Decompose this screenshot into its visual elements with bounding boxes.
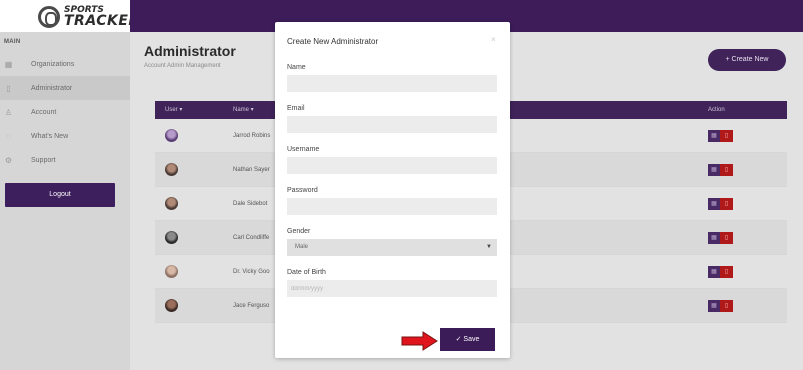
email-label: Email: [287, 105, 305, 112]
view-icon[interactable]: ▦: [708, 266, 720, 278]
row-name: Dr. Vicky Goo: [233, 269, 270, 275]
gender-select[interactable]: Male ▼: [287, 239, 497, 256]
avatar: [165, 129, 178, 142]
document-icon: ▯: [6, 83, 11, 93]
password-label: Password: [287, 187, 318, 194]
user-icon: ♙: [4, 107, 13, 117]
caret-down-icon: ▼: [486, 244, 492, 250]
view-icon[interactable]: ▦: [708, 232, 720, 244]
create-new-button[interactable]: + Create New: [708, 49, 786, 71]
create-administrator-modal: Create New Administrator × Name Email Us…: [275, 22, 510, 358]
page-subtitle: Account Admin Management: [144, 63, 221, 69]
sidebar: SPORTS TRACKER MAIN ▦ Organizations ▯ Ad…: [0, 0, 139, 370]
sidebar-item-label: Support: [31, 156, 56, 164]
close-icon[interactable]: ×: [491, 35, 496, 44]
trash-icon[interactable]: ▯: [720, 164, 733, 176]
bell-icon: ◌: [6, 131, 11, 141]
trash-icon[interactable]: ▯: [720, 266, 733, 278]
sidebar-section-label: MAIN: [4, 39, 21, 45]
sidebar-item-label: What's New: [31, 132, 69, 140]
sidebar-item-whats-new[interactable]: ◌ What's New: [0, 124, 130, 148]
view-icon[interactable]: ▦: [708, 198, 720, 210]
trash-icon[interactable]: ▯: [720, 232, 733, 244]
avatar: [165, 197, 178, 210]
red-arrow-icon: [401, 331, 438, 351]
row-name: Dale Sidebot: [233, 201, 268, 207]
sidebar-item-account[interactable]: ♙ Account: [0, 100, 130, 124]
save-button[interactable]: ✓ Save: [440, 328, 495, 351]
sidebar-item-label: Account: [31, 108, 57, 116]
trash-icon[interactable]: ▯: [720, 198, 733, 210]
modal-title: Create New Administrator: [287, 37, 379, 46]
brand-line2: TRACKER: [64, 13, 140, 29]
password-field[interactable]: [287, 198, 497, 215]
sidebar-item-organizations[interactable]: ▦ Organizations: [0, 52, 130, 76]
avatar: [165, 231, 178, 244]
trash-icon[interactable]: ▯: [720, 130, 733, 142]
gear-icon: ⚙: [4, 155, 13, 165]
avatar: [165, 163, 178, 176]
column-header-user[interactable]: User ▾: [165, 101, 182, 119]
view-icon[interactable]: ▦: [708, 164, 720, 176]
logo-icon: [38, 6, 60, 28]
name-field[interactable]: [287, 75, 497, 92]
sidebar-nav: ▦ Organizations ▯ Administrator ♙ Accoun…: [0, 52, 130, 172]
view-icon[interactable]: ▦: [708, 130, 720, 142]
dob-field[interactable]: [287, 280, 497, 297]
logout-button[interactable]: Logout: [5, 183, 115, 207]
grid-icon: ▦: [4, 59, 13, 69]
dob-label: Date of Birth: [287, 269, 326, 276]
avatar: [165, 299, 178, 312]
username-label: Username: [287, 146, 320, 153]
avatar: [165, 265, 178, 278]
page-title: Administrator: [144, 43, 236, 59]
username-field[interactable]: [287, 157, 497, 174]
row-name: Jace Ferguso: [233, 303, 270, 309]
name-label: Name: [287, 64, 306, 71]
gender-label: Gender: [287, 228, 311, 235]
sidebar-item-label: Administrator: [31, 84, 73, 92]
trash-icon[interactable]: ▯: [720, 300, 733, 312]
row-name: Nathan Sayer: [233, 167, 270, 173]
sidebar-item-administrator[interactable]: ▯ Administrator: [0, 76, 130, 100]
column-header-name[interactable]: Name ▾: [233, 101, 254, 119]
sidebar-item-support[interactable]: ⚙ Support: [0, 148, 130, 172]
column-header-action: Action: [708, 107, 725, 113]
gender-value: Male: [295, 244, 309, 250]
brand-logo[interactable]: SPORTS TRACKER: [0, 0, 139, 32]
row-name: Carl Condliffe: [233, 235, 270, 241]
row-name: Jarrod Robins: [233, 133, 271, 139]
view-icon[interactable]: ▦: [708, 300, 720, 312]
email-field[interactable]: [287, 116, 497, 133]
sidebar-item-label: Organizations: [31, 60, 75, 68]
